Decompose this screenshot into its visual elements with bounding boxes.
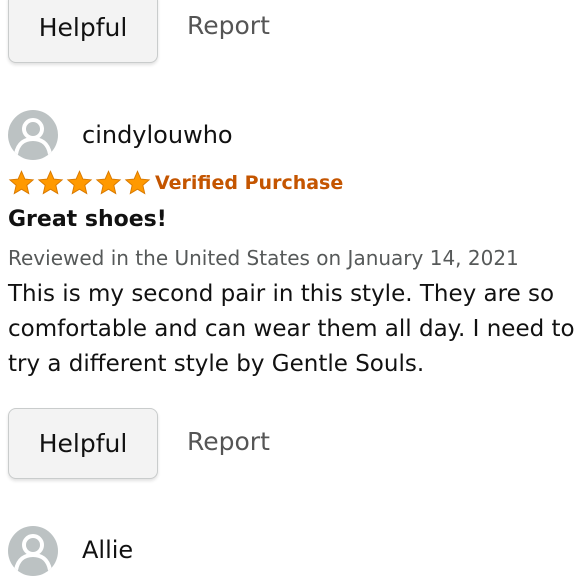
star-icon: [66, 170, 93, 195]
reviewer-name-next[interactable]: Allie: [82, 535, 133, 565]
star-rating: [7, 168, 152, 198]
person-icon: [14, 118, 52, 156]
report-link-top[interactable]: Report: [187, 11, 270, 41]
star-icon: [37, 170, 64, 195]
avatar: [8, 110, 58, 160]
review-body: This is my second pair in this style. Th…: [8, 281, 575, 377]
verified-purchase-badge: Verified Purchase: [155, 172, 344, 194]
avatar-next: [8, 526, 58, 576]
review-title: Great shoes!: [8, 207, 167, 232]
star-icon: [8, 170, 35, 195]
star-icon: [95, 170, 122, 195]
review-date: Reviewed in the United States on January…: [8, 246, 519, 270]
reviewer-name[interactable]: cindylouwho: [82, 120, 233, 150]
report-link[interactable]: Report: [187, 427, 270, 457]
helpful-button[interactable]: Helpful: [8, 408, 158, 479]
helpful-button-top[interactable]: Helpful: [8, 0, 158, 63]
star-icon: [124, 170, 151, 195]
person-icon: [14, 534, 52, 572]
